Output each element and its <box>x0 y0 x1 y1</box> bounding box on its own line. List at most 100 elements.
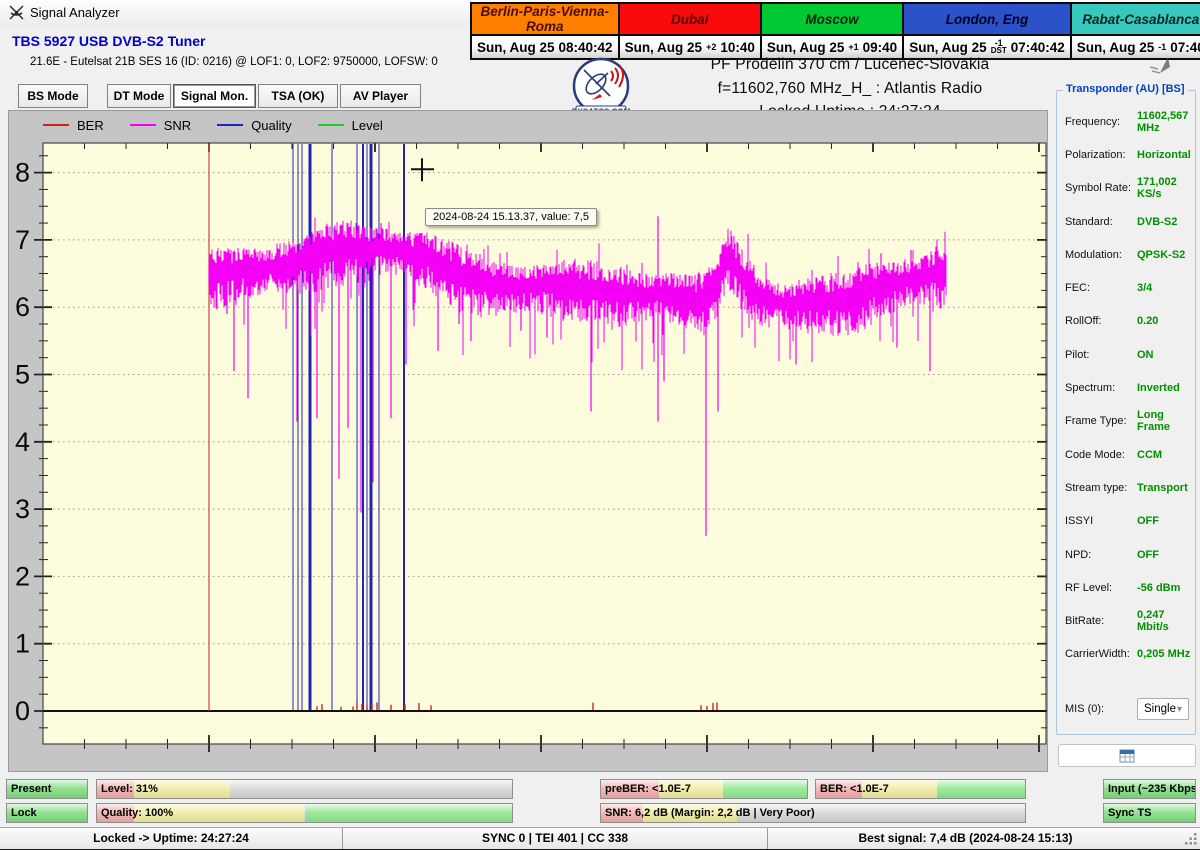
transponder-value: CCM <box>1137 449 1162 461</box>
transponder-value: ON <box>1137 349 1154 361</box>
transponder-value: Horizontal <box>1137 149 1191 161</box>
mis-row: MIS (0): Single ▾ <box>1065 698 1189 720</box>
transponder-row-11: Stream type:Transport <box>1065 471 1191 504</box>
clock-value: 07:40:42 <box>1011 40 1065 55</box>
transponder-row-9: Frame Type:Long Frame <box>1065 405 1191 438</box>
plot-tooltip: 2024-08-24 15.13.37, value: 7,5 <box>425 208 597 226</box>
app-dish-icon <box>8 4 25 21</box>
svg-text:2: 2 <box>15 561 30 591</box>
transponder-label: RollOff: <box>1065 315 1137 327</box>
resize-grip[interactable] <box>1185 833 1198 846</box>
chevron-down-icon: ▾ <box>1177 704 1182 715</box>
transponder-rows: Frequency:11602,567 MHzPolarization:Hori… <box>1065 105 1191 671</box>
mis-select[interactable]: Single ▾ <box>1137 698 1189 720</box>
tab-bs-mode[interactable]: BS Mode <box>18 84 88 108</box>
transponder-label: Standard: <box>1065 216 1137 228</box>
transponder-label: Pilot: <box>1065 349 1137 361</box>
tab-signal-mon-[interactable]: Signal Mon. <box>173 84 256 108</box>
level-gauge: Level: 31% <box>96 779 513 799</box>
legend-swatch <box>318 124 344 127</box>
transponder-row-5: FEC:3/4 <box>1065 271 1191 304</box>
svg-text:1: 1 <box>15 629 30 659</box>
clock-city-2: Moscow <box>761 3 903 35</box>
svg-text:3: 3 <box>15 494 30 524</box>
legend-label: SNR <box>164 118 191 133</box>
transponder-row-15: BitRate:0,247 Mbit/s <box>1065 604 1191 637</box>
transponder-panel-title: Transponder (AU) [BS] <box>1063 83 1188 95</box>
legend-item-level: Level <box>318 118 383 133</box>
ber-gauge: BER: <1.0E-7 <box>815 779 1026 799</box>
clock-time-4: Sun, Aug 25-107:40 <box>1071 35 1200 59</box>
gauge-label: preBER: <1.0E-7 <box>605 780 691 798</box>
clock-date: Sun, Aug 25 <box>909 40 987 55</box>
transponder-value: Transport <box>1137 482 1188 494</box>
legend-swatch <box>217 124 243 127</box>
transponder-value: Long Frame <box>1137 409 1191 433</box>
transponder-value: 0.20 <box>1137 315 1158 327</box>
clock-date: Sun, Aug 25 <box>625 40 703 55</box>
svg-text:0: 0 <box>15 696 30 726</box>
gauge-label: Quality: 100% <box>101 804 173 822</box>
svg-text:8: 8 <box>15 158 30 188</box>
mis-selected-value: Single <box>1144 703 1176 715</box>
gauge-gloss <box>97 780 512 798</box>
clock-date: Sun, Aug 25 <box>767 40 845 55</box>
y-axis-labels: 012345678 <box>15 158 30 726</box>
export-button[interactable] <box>1058 744 1196 767</box>
transponder-label: Polarization: <box>1065 149 1137 161</box>
transponder-value: 171,002 KS/s <box>1137 176 1191 200</box>
legend-item-quality: Quality <box>217 118 291 133</box>
transponder-panel: Transponder (AU) [BS] Frequency:11602,56… <box>1056 90 1196 735</box>
signal-plot[interactable]: 012345678 <box>9 137 1047 763</box>
world-clock-table: Berlin-Paris-Vienna-RomaDubaiMoscowLondo… <box>470 2 1200 60</box>
clock-utc-offset: +1 <box>848 44 858 51</box>
transponder-value: OFF <box>1137 549 1159 561</box>
snr-gauge: SNR: 6,2 dB (Margin: 2,2 dB | Very Poor) <box>600 803 1026 823</box>
tab-av-player[interactable]: AV Player <box>340 84 421 108</box>
transponder-label: Code Mode: <box>1065 449 1137 461</box>
legend-item-snr: SNR <box>130 118 191 133</box>
transponder-label: BitRate: <box>1065 615 1137 627</box>
transponder-row-7: Pilot:ON <box>1065 338 1191 371</box>
transponder-value: -56 dBm <box>1137 582 1180 594</box>
legend-swatch <box>130 124 156 127</box>
clock-city-4: Rabat-Casablanca <box>1071 3 1200 35</box>
clock-city-3: London, Eng <box>903 3 1071 35</box>
tab-tsa-ok-[interactable]: TSA (OK) <box>258 84 338 108</box>
legend-swatch <box>43 124 69 127</box>
transponder-label: Spectrum: <box>1065 382 1137 394</box>
legend-item-ber: BER <box>43 118 104 133</box>
transponder-row-8: Spectrum:Inverted <box>1065 371 1191 404</box>
gauge-label: BER: <1.0E-7 <box>820 780 889 798</box>
transponder-row-13: NPD:OFF <box>1065 538 1191 571</box>
transponder-row-12: ISSYIOFF <box>1065 505 1191 538</box>
mis-label: MIS (0): <box>1065 703 1137 715</box>
transponder-row-3: Standard:DVB-S2 <box>1065 205 1191 238</box>
preber-gauge: preBER: <1.0E-7 <box>600 779 808 799</box>
legend-label: BER <box>77 118 104 133</box>
gauge-label: Present <box>11 780 51 798</box>
transponder-label: Frame Type: <box>1065 415 1137 427</box>
tuner-subtitle: 21.6E - Eutelsat 21B SES 16 (ID: 0216) @… <box>30 56 438 68</box>
transponder-label: FEC: <box>1065 282 1137 294</box>
transponder-value: 11602,567 MHz <box>1137 110 1191 134</box>
input-bitrate-indicator: Input (~235 Kbps) <box>1103 779 1196 799</box>
signal-chart-area: BERSNRQualityLevel 012345678 2024-08-24 … <box>8 110 1048 772</box>
plot-background <box>43 143 1046 744</box>
world-clock-panel: Berlin-Paris-Vienna-RomaDubaiMoscowLondo… <box>470 2 1200 60</box>
transponder-row-2: Symbol Rate:171,002 KS/s <box>1065 172 1191 205</box>
gauge-label: Input (~235 Kbps) <box>1108 780 1196 798</box>
clock-value: 09:40 <box>863 40 898 55</box>
tab-dt-mode[interactable]: DT Mode <box>107 84 171 108</box>
table-icon <box>1119 749 1135 763</box>
legend-label: Level <box>352 118 383 133</box>
present-indicator: Present <box>6 779 88 799</box>
site-dish-location: PF Prodelin 370 cm / Lucenec-Slovakia <box>610 56 1090 74</box>
legend-label: Quality <box>251 118 291 133</box>
svg-text:6: 6 <box>15 292 30 322</box>
gauge-label: Sync TS <box>1108 804 1151 822</box>
status-bar: Locked -> Uptime: 24:27:24 SYNC 0 | TEI … <box>0 827 1200 850</box>
clock-value: 08:40:42 <box>559 40 613 55</box>
transponder-value: 0,247 Mbit/s <box>1137 609 1191 633</box>
transponder-value: 0,205 MHz <box>1137 648 1190 660</box>
